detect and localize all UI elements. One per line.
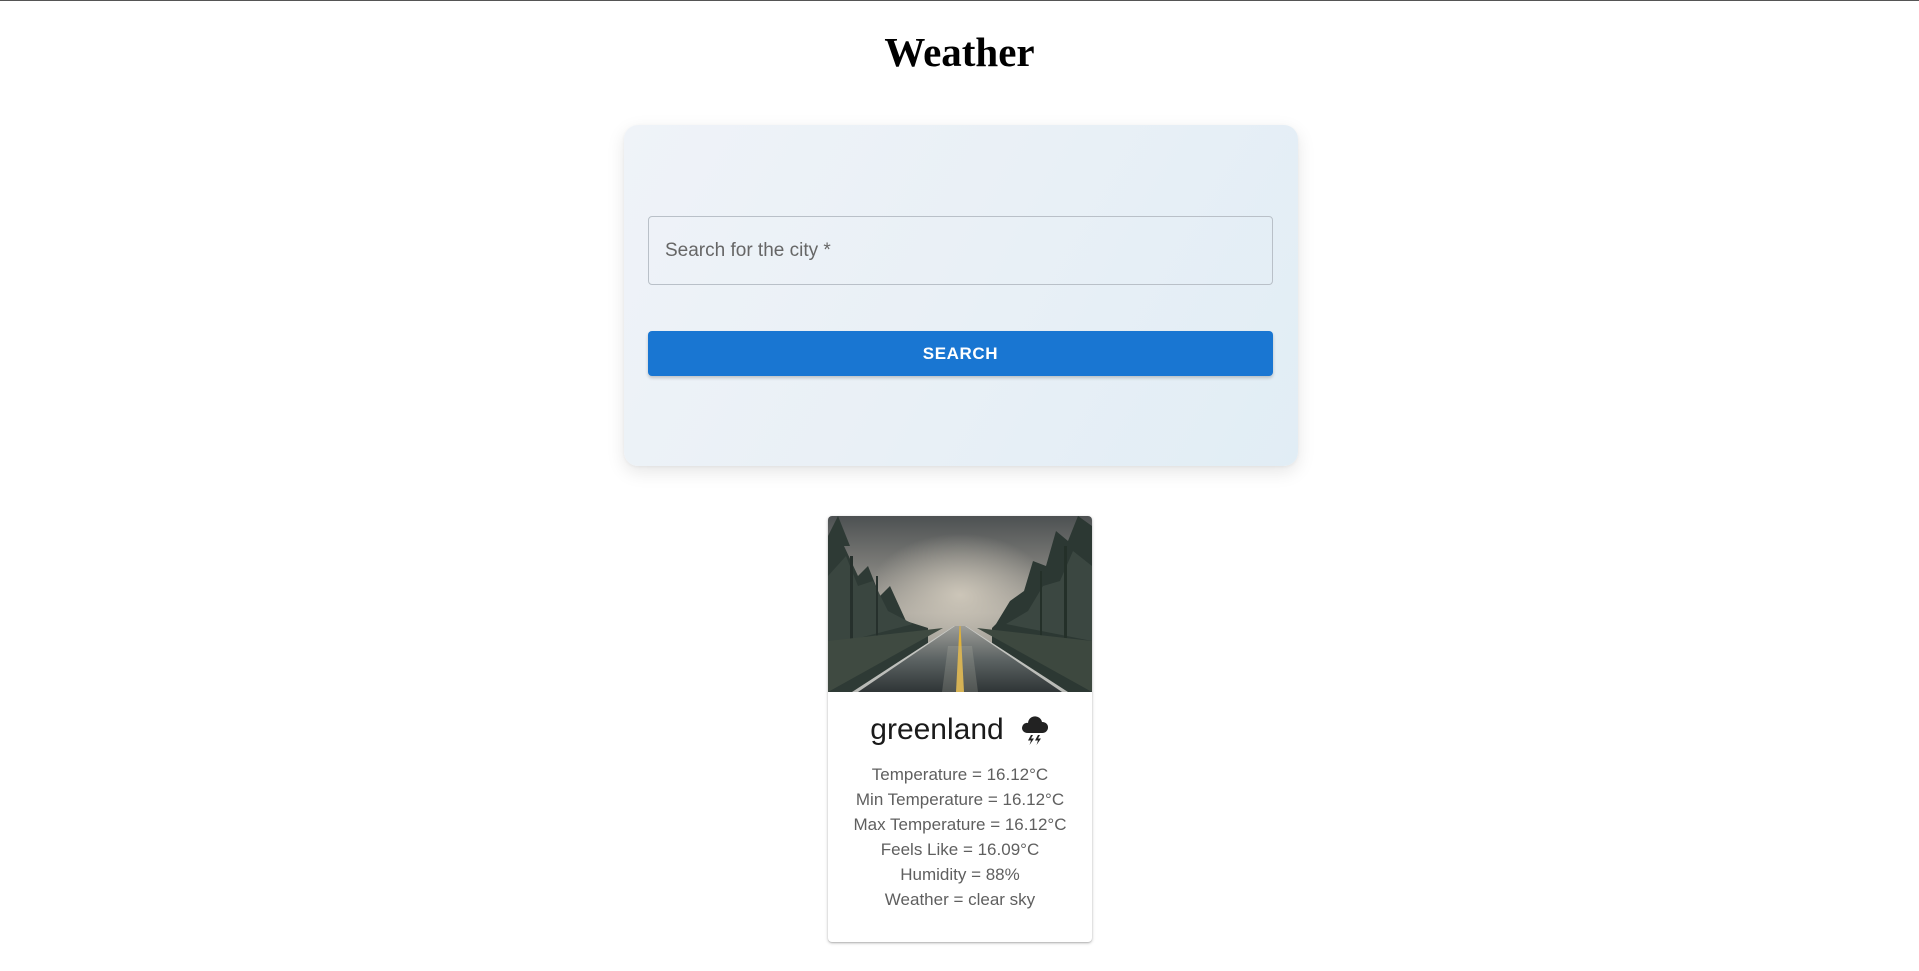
- search-panel: SEARCH: [624, 125, 1298, 466]
- search-input[interactable]: [649, 217, 1272, 284]
- weather-details-list: Temperature = 16.12°C Min Temperature = …: [828, 762, 1092, 912]
- feels-like-value: Feels Like = 16.09°C: [880, 840, 1040, 859]
- thunderstorm-cloud-icon: [1021, 716, 1048, 745]
- rainy-forest-road-photo: [828, 516, 1092, 692]
- max-temperature-value: Max Temperature = 16.12°C: [853, 815, 1067, 834]
- temperature-value: Temperature = 16.12°C: [871, 765, 1049, 784]
- search-field[interactable]: [648, 216, 1273, 285]
- weather-description: Weather = clear sky: [884, 890, 1036, 909]
- city-name: greenland: [870, 713, 1004, 746]
- weather-result-card: greenland Temperature = 16.12°C Min Temp…: [828, 516, 1092, 942]
- search-button[interactable]: SEARCH: [648, 331, 1273, 376]
- min-temperature-value: Min Temperature = 16.12°C: [855, 790, 1065, 809]
- page-title: Weather: [884, 29, 1035, 75]
- humidity-value: Humidity = 88%: [900, 865, 1020, 884]
- card-heading: greenland: [828, 710, 1092, 750]
